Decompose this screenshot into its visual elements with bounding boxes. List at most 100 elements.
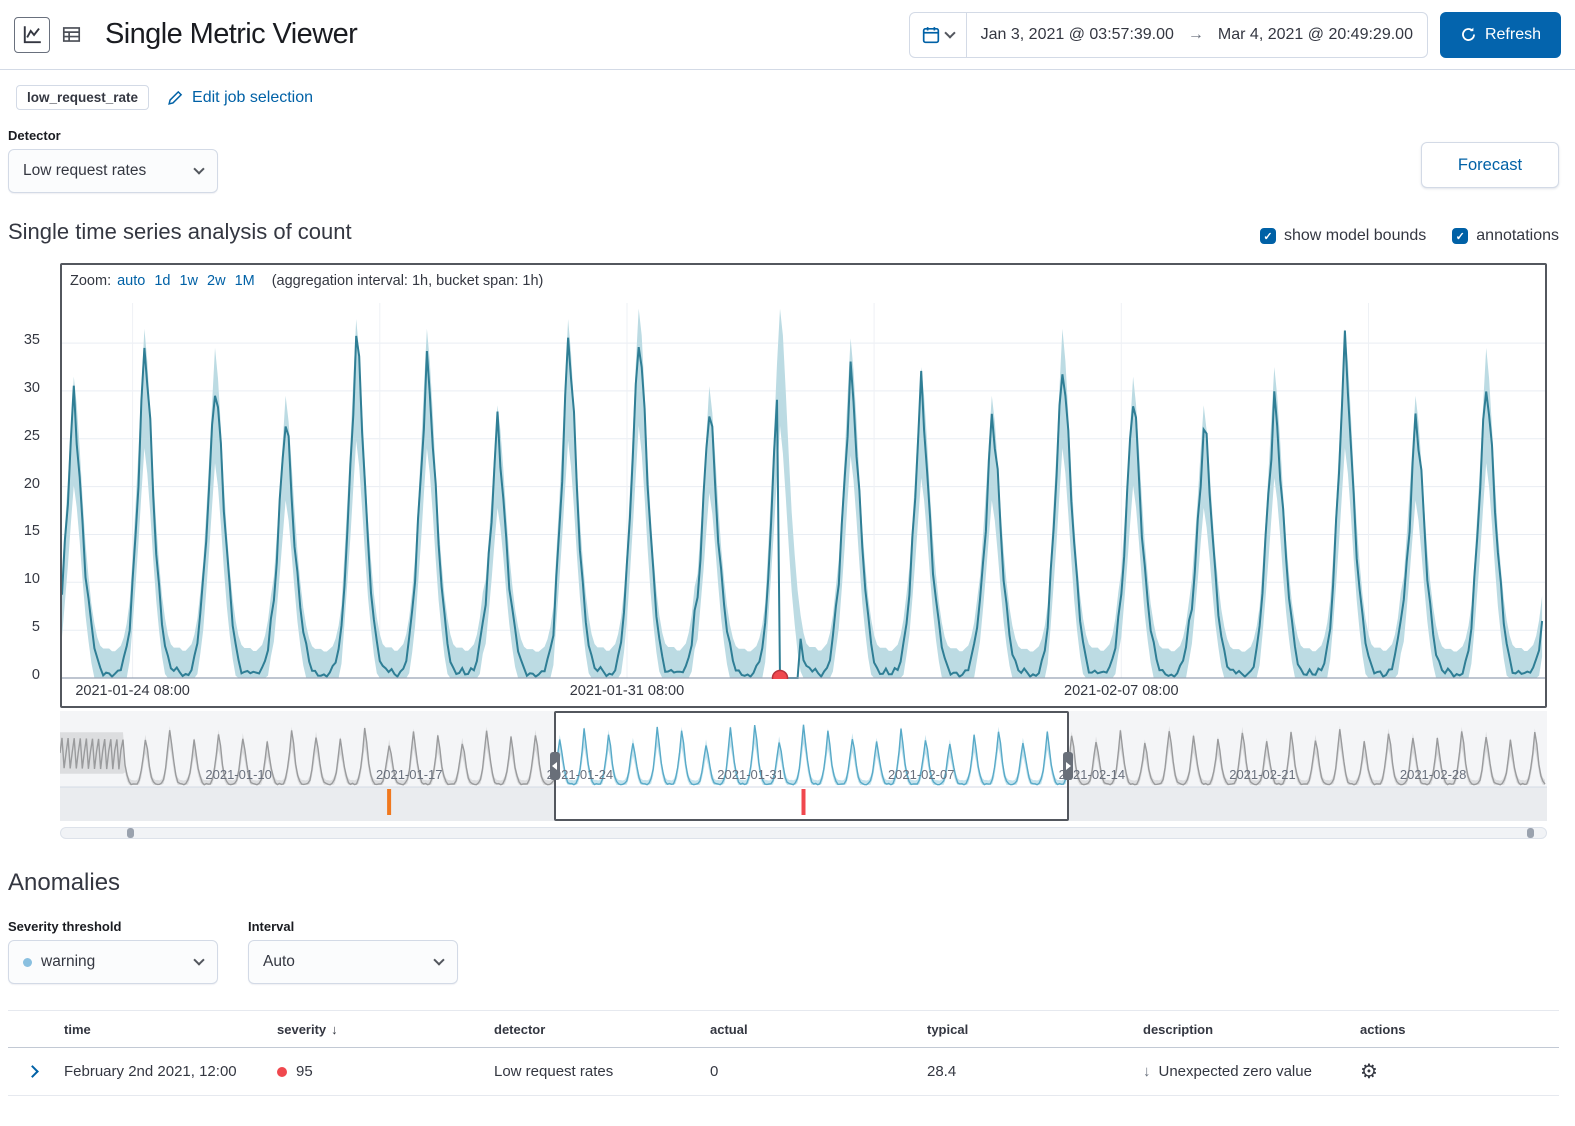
cell-severity: 95 — [269, 1063, 486, 1080]
range-arrow-icon: → — [1188, 26, 1204, 44]
triangle-left-icon — [552, 762, 557, 770]
model-bounds-toggle[interactable]: ✓ show model bounds — [1260, 227, 1426, 245]
detector-select[interactable]: Low request rates — [8, 149, 218, 193]
col-actions: actions — [1352, 1022, 1559, 1037]
time-selection-brush[interactable] — [554, 711, 1070, 821]
quick-select-menu[interactable] — [910, 13, 967, 57]
table-icon — [62, 25, 81, 44]
anomaly-marker[interactable] — [773, 671, 788, 680]
edit-job-selection-label: Edit job selection — [192, 89, 313, 107]
table-view-button[interactable] — [53, 17, 89, 53]
chevron-down-icon — [193, 163, 204, 174]
main-chart[interactable] — [62, 295, 1545, 679]
forecast-button[interactable]: Forecast — [1421, 142, 1559, 188]
zoom-option-1d[interactable]: 1d — [154, 273, 170, 289]
col-time[interactable]: time — [56, 1022, 269, 1037]
chevron-down-icon — [193, 954, 204, 965]
col-actual[interactable]: actual — [702, 1022, 919, 1037]
interval-select[interactable]: Auto — [248, 940, 458, 984]
arrow-down-icon: ↓ — [1143, 1063, 1151, 1080]
y-axis-tick-label: 30 — [24, 380, 40, 396]
start-date[interactable]: Jan 3, 2021 @ 03:57:39.00 — [967, 26, 1188, 44]
triangle-right-icon — [1066, 762, 1071, 770]
critical-severity-dot — [277, 1067, 287, 1077]
chevron-down-icon — [944, 27, 955, 38]
anomalies-section: Anomalies Severity threshold warning Int… — [0, 839, 1575, 1096]
detector-block: Detector Low request rates Forecast — [0, 120, 1575, 193]
cell-detector: Low request rates — [486, 1063, 702, 1080]
refresh-label: Refresh — [1485, 26, 1541, 44]
main-chart-box: Zoom: auto 1d 1w 2w 1M (aggregation inte… — [60, 263, 1547, 708]
context-axis-label: 2021-01-17 — [376, 767, 443, 782]
model-bounds-band — [62, 309, 1542, 678]
brush-handle-left[interactable] — [550, 752, 560, 780]
col-detector[interactable]: detector — [486, 1022, 702, 1037]
end-date[interactable]: Mar 4, 2021 @ 20:49:29.00 — [1204, 26, 1427, 44]
col-description[interactable]: description — [1135, 1022, 1352, 1037]
anomalies-title: Anomalies — [8, 869, 1559, 897]
chart-scrollbar[interactable] — [60, 827, 1547, 839]
anomaly-row: February 2nd 2021, 12:00 95 Low request … — [8, 1048, 1559, 1096]
refresh-icon — [1460, 26, 1477, 43]
job-badge[interactable]: low_request_rate — [16, 85, 149, 110]
job-selection-row: low_request_rate Edit job selection — [0, 70, 1575, 120]
col-typical[interactable]: typical — [919, 1022, 1135, 1037]
context-chart[interactable]: 2021-01-102021-01-172021-01-242021-01-31… — [60, 711, 1547, 821]
line-chart-icon — [23, 25, 42, 44]
zoom-aggregation-info: (aggregation interval: 1h, bucket span: … — [272, 273, 544, 289]
series-section-header: Single time series analysis of count ✓ s… — [0, 193, 1575, 259]
page-header: Single Metric Viewer Jan 3, 2021 @ 03:57… — [0, 0, 1575, 70]
interval-label: Interval — [248, 919, 458, 934]
brush-handle-right[interactable] — [1063, 752, 1073, 780]
scrollbar-right-nub[interactable] — [1527, 828, 1534, 838]
annotations-toggle[interactable]: ✓ annotations — [1452, 227, 1559, 245]
severity-threshold-select[interactable]: warning — [8, 940, 218, 984]
row-expand-button[interactable] — [8, 1067, 56, 1076]
zoom-option-auto[interactable]: auto — [117, 273, 145, 289]
y-axis-tick-label: 20 — [24, 476, 40, 492]
chart-view-button[interactable] — [14, 17, 50, 53]
y-axis-tick-label: 0 — [32, 667, 40, 683]
date-range-picker: Jan 3, 2021 @ 03:57:39.00 → Mar 4, 2021 … — [909, 12, 1428, 58]
annotations-label: annotations — [1476, 227, 1559, 245]
main-chart-svg — [62, 295, 1545, 679]
zoom-controls: Zoom: auto 1d 1w 2w 1M (aggregation inte… — [62, 265, 1545, 295]
sort-desc-icon: ↓ — [331, 1022, 338, 1037]
model-bounds-label: show model bounds — [1284, 227, 1426, 245]
context-axis-label: 2021-01-10 — [205, 767, 272, 782]
anomalies-table-header: time severity↓ detector actual typical d… — [8, 1010, 1559, 1048]
scrollbar-left-nub[interactable] — [127, 828, 134, 838]
model-bounds-checkbox[interactable]: ✓ — [1260, 228, 1276, 244]
x-axis-tick-label: 2021-01-24 08:00 — [75, 683, 190, 699]
refresh-button[interactable]: Refresh — [1440, 12, 1561, 58]
pencil-icon — [167, 89, 184, 106]
severity-selected-value: warning — [41, 953, 95, 971]
zoom-option-1M[interactable]: 1M — [235, 273, 255, 289]
gear-icon[interactable]: ⚙ — [1360, 1062, 1378, 1082]
zoom-option-1w[interactable]: 1w — [179, 273, 198, 289]
edit-job-selection-link[interactable]: Edit job selection — [167, 89, 313, 107]
y-axis-tick-label: 25 — [24, 428, 40, 444]
severity-threshold-label: Severity threshold — [8, 919, 218, 934]
series-title: Single time series analysis of count — [8, 219, 352, 245]
x-axis-labels: 2021-01-24 08:00 2021-01-31 08:00 2021-02-… — [62, 679, 1545, 706]
calendar-icon — [922, 26, 940, 44]
interval-selected-value: Auto — [263, 953, 295, 971]
col-severity[interactable]: severity↓ — [269, 1022, 486, 1037]
warning-severity-dot — [23, 958, 32, 967]
context-axis-label: 2021-02-28 — [1400, 767, 1467, 782]
zoom-prefix: Zoom: — [70, 273, 111, 289]
chevron-right-icon — [26, 1065, 39, 1078]
cell-typical: 28.4 — [919, 1063, 1135, 1080]
severity-threshold-control: Severity threshold warning — [8, 919, 218, 984]
cell-actions: ⚙ — [1352, 1062, 1559, 1082]
zoom-option-2w[interactable]: 2w — [207, 273, 226, 289]
view-toggle — [14, 17, 89, 53]
anomaly-tick[interactable] — [387, 789, 391, 815]
x-axis-tick-label: 2021-02-07 08:00 — [1064, 683, 1179, 699]
detector-label: Detector — [8, 128, 1559, 143]
cell-actual: 0 — [702, 1063, 919, 1080]
annotations-checkbox[interactable]: ✓ — [1452, 228, 1468, 244]
x-axis-tick-label: 2021-01-31 08:00 — [570, 683, 685, 699]
chevron-down-icon — [433, 954, 444, 965]
